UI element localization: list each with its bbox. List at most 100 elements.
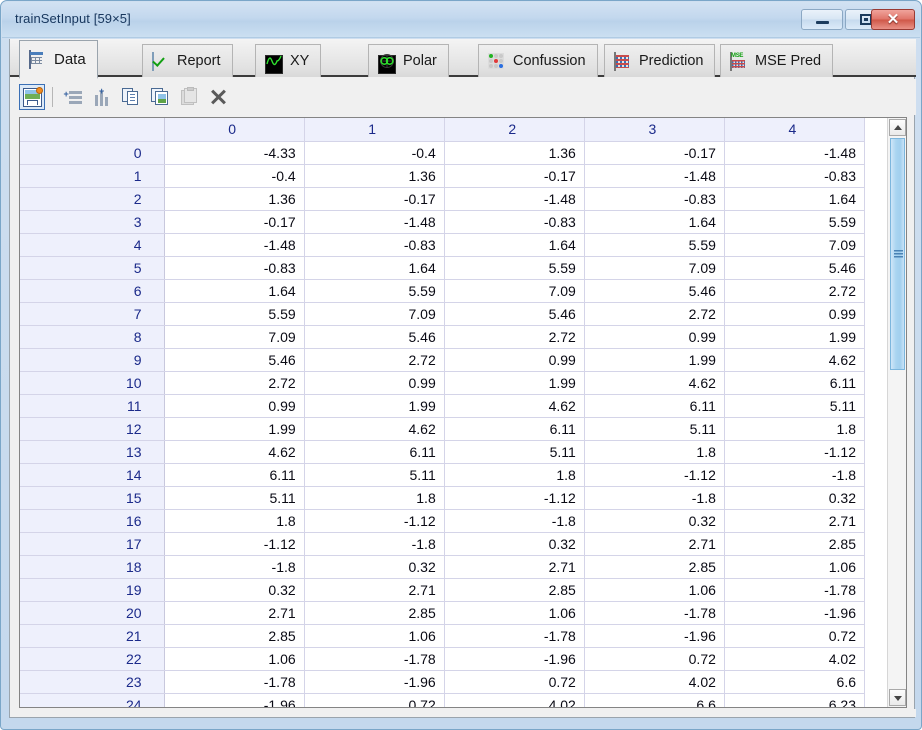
table-cell[interactable]: -1.8 [584, 486, 725, 510]
table-cell[interactable]: 4.62 [444, 394, 585, 418]
table-cell[interactable]: 1.8 [164, 509, 305, 533]
table-cell[interactable]: 4.02 [584, 670, 725, 694]
table-cell[interactable]: -1.48 [164, 233, 305, 257]
table-cell[interactable]: 1.36 [304, 164, 445, 188]
table-cell[interactable]: 7.09 [444, 279, 585, 303]
table-cell[interactable]: -1.96 [444, 647, 585, 671]
table-cell[interactable]: -1.8 [444, 509, 585, 533]
table-cell[interactable]: 2.71 [304, 578, 445, 602]
row-header[interactable]: 1 [20, 164, 165, 188]
table-cell[interactable]: 7.09 [304, 302, 445, 326]
row-header[interactable]: 19 [20, 578, 165, 602]
vertical-scrollbar[interactable] [887, 118, 906, 707]
table-cell[interactable]: 7.09 [164, 325, 305, 349]
insert-column-button[interactable]: + [89, 84, 115, 110]
table-cell[interactable]: 2.85 [444, 578, 585, 602]
table-cell[interactable]: 0.72 [584, 647, 725, 671]
table-cell[interactable]: -1.96 [724, 601, 866, 625]
table-cell[interactable]: 1.64 [724, 187, 866, 211]
table-cell[interactable]: 6.11 [724, 371, 866, 395]
table-cell[interactable]: -1.12 [584, 463, 725, 487]
table-cell[interactable]: 1.64 [444, 233, 585, 257]
table-cell[interactable]: -1.48 [584, 164, 725, 188]
table-cell[interactable]: 1.64 [304, 256, 445, 280]
table-cell[interactable]: 0.99 [584, 325, 725, 349]
table-cell[interactable]: 2.71 [164, 601, 305, 625]
column-header-0[interactable]: 0 [164, 118, 305, 142]
table-cell[interactable]: 1.06 [724, 555, 866, 579]
table-cell[interactable]: 0.32 [724, 486, 866, 510]
tab-data[interactable]: Data [19, 40, 98, 79]
row-header[interactable]: 14 [20, 463, 165, 487]
table-cell[interactable]: 5.59 [164, 302, 305, 326]
table-cell[interactable]: -0.4 [304, 141, 445, 165]
table-cell[interactable]: 5.46 [724, 256, 866, 280]
row-header[interactable]: 20 [20, 601, 165, 625]
table-cell[interactable]: 6.23 [724, 693, 866, 707]
table-cell[interactable]: 0.32 [584, 509, 725, 533]
table-cell[interactable]: 1.99 [164, 417, 305, 441]
table-cell[interactable]: 1.36 [164, 187, 305, 211]
copy-button[interactable] [118, 84, 144, 110]
table-cell[interactable]: 0.99 [304, 371, 445, 395]
table-cell[interactable]: -1.78 [304, 647, 445, 671]
delete-button[interactable] [205, 84, 231, 110]
table-cell[interactable]: 1.8 [444, 463, 585, 487]
row-header[interactable]: 15 [20, 486, 165, 510]
table-cell[interactable]: 4.62 [724, 348, 866, 372]
table-cell[interactable]: 0.72 [724, 624, 866, 648]
table-cell[interactable]: -1.8 [724, 463, 866, 487]
grid-corner-cell[interactable] [20, 118, 165, 142]
table-cell[interactable]: -0.17 [584, 141, 725, 165]
scrollbar-thumb[interactable] [890, 138, 905, 370]
table-cell[interactable]: 1.64 [164, 279, 305, 303]
table-cell[interactable]: 0.32 [164, 578, 305, 602]
table-cell[interactable]: 5.59 [444, 256, 585, 280]
table-cell[interactable]: 1.06 [304, 624, 445, 648]
table-cell[interactable]: -1.78 [164, 670, 305, 694]
table-cell[interactable]: 1.8 [584, 440, 725, 464]
table-cell[interactable]: -0.17 [164, 210, 305, 234]
table-cell[interactable]: -1.48 [724, 141, 866, 165]
table-cell[interactable]: 5.46 [584, 279, 725, 303]
table-cell[interactable]: 6.6 [584, 693, 725, 707]
table-cell[interactable]: 1.99 [304, 394, 445, 418]
table-cell[interactable]: 4.62 [584, 371, 725, 395]
table-cell[interactable]: -1.12 [164, 532, 305, 556]
row-header[interactable]: 13 [20, 440, 165, 464]
row-header[interactable]: 12 [20, 417, 165, 441]
table-cell[interactable]: 1.36 [444, 141, 585, 165]
table-cell[interactable]: -1.78 [444, 624, 585, 648]
table-cell[interactable]: 5.59 [724, 210, 866, 234]
table-cell[interactable]: 2.72 [164, 371, 305, 395]
table-cell[interactable]: 4.62 [304, 417, 445, 441]
row-header[interactable]: 6 [20, 279, 165, 303]
table-cell[interactable]: 2.72 [724, 279, 866, 303]
row-header[interactable]: 2 [20, 187, 165, 211]
table-cell[interactable]: 1.99 [444, 371, 585, 395]
column-header-2[interactable]: 2 [444, 118, 585, 142]
tab-confussion[interactable]: Confussion [478, 44, 598, 77]
table-cell[interactable]: 6.11 [164, 463, 305, 487]
table-cell[interactable]: 5.46 [304, 325, 445, 349]
tab-xy[interactable]: XY [255, 44, 322, 77]
table-cell[interactable]: -0.83 [304, 233, 445, 257]
table-cell[interactable]: -0.83 [444, 210, 585, 234]
table-cell[interactable]: -0.17 [304, 187, 445, 211]
row-header[interactable]: 3 [20, 210, 165, 234]
table-cell[interactable]: -0.83 [164, 256, 305, 280]
table-cell[interactable]: 5.11 [584, 417, 725, 441]
table-cell[interactable]: -1.78 [584, 601, 725, 625]
row-header[interactable]: 8 [20, 325, 165, 349]
tab-polar[interactable]: Polar [368, 44, 449, 77]
table-cell[interactable]: 2.85 [584, 555, 725, 579]
table-cell[interactable]: 6.6 [724, 670, 866, 694]
table-cell[interactable]: -1.12 [724, 440, 866, 464]
tab-prediction[interactable]: Prediction [604, 44, 716, 77]
table-cell[interactable]: -0.83 [584, 187, 725, 211]
column-header-1[interactable]: 1 [304, 118, 445, 142]
scroll-down-button[interactable] [889, 689, 906, 706]
table-cell[interactable]: 2.72 [304, 348, 445, 372]
table-cell[interactable]: 5.11 [724, 394, 866, 418]
table-cell[interactable]: 5.46 [164, 348, 305, 372]
